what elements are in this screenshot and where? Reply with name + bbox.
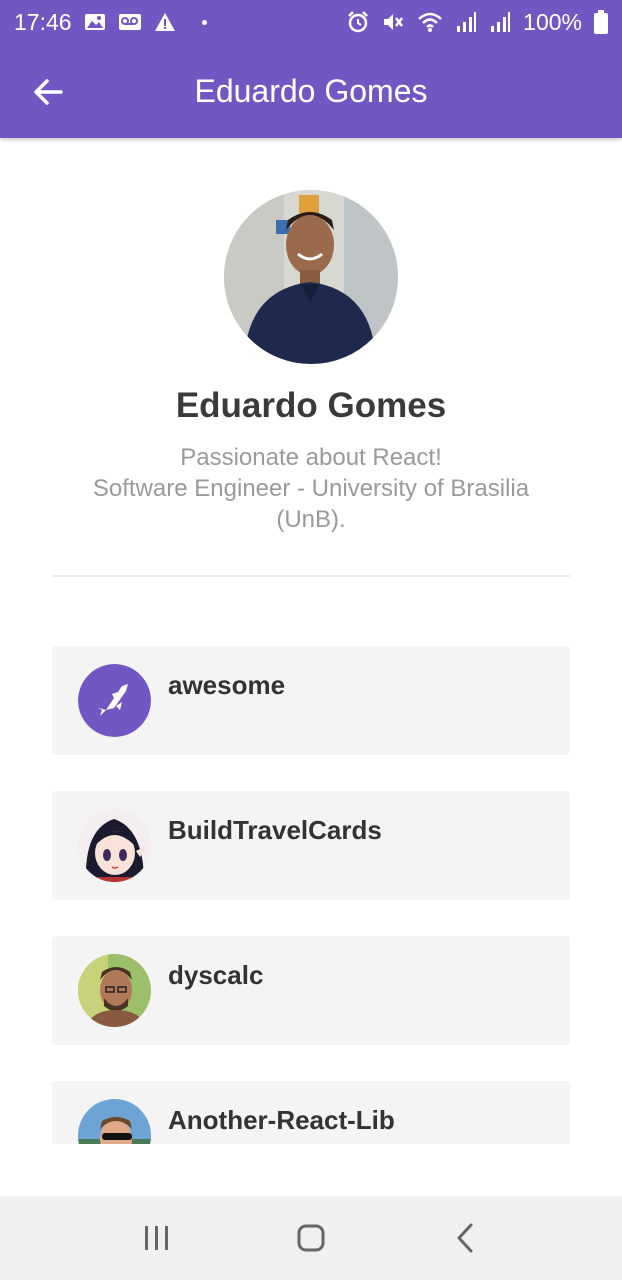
signal-icon <box>455 11 477 33</box>
bio-line: (UnB). <box>276 506 346 533</box>
voicemail-icon <box>118 13 142 31</box>
warning-icon <box>154 12 176 32</box>
recents-button[interactable] <box>127 1208 187 1268</box>
back-button[interactable] <box>26 70 70 114</box>
anime-avatar <box>78 809 151 882</box>
bio-line: Software Engineer - University of Brasil… <box>92 475 530 502</box>
dot-icon <box>201 19 207 25</box>
divider <box>53 575 570 577</box>
battery-icon <box>594 10 608 34</box>
repo-card-another-react-lib[interactable]: Another-React-Lib <box>52 1081 570 1144</box>
gallery-icon <box>84 13 106 31</box>
home-icon <box>297 1224 325 1252</box>
repo-name: awesome <box>168 670 286 700</box>
battery-percent: 100% <box>523 8 582 35</box>
app-bar: Eduardo Gomes <box>0 44 622 138</box>
back-icon <box>457 1223 473 1253</box>
person-avatar <box>78 1099 151 1144</box>
app-title: Eduardo Gomes <box>194 72 428 109</box>
mute-icon <box>381 11 405 33</box>
repo-name: BuildTravelCards <box>168 815 382 845</box>
wifi-icon <box>417 11 443 33</box>
repo-name: Another-React-Lib <box>168 1105 395 1135</box>
home-button[interactable] <box>281 1208 341 1268</box>
person-avatar <box>78 954 151 1027</box>
nav-bar <box>0 1196 622 1280</box>
repo-list[interactable]: awesome BuildTravelCards dyscalc Another… <box>52 646 570 1144</box>
signal-icon <box>489 11 511 33</box>
repo-card-buildtravelcards[interactable]: BuildTravelCards <box>52 791 570 900</box>
profile-bio: Passionate about React! Software Enginee… <box>50 442 572 535</box>
repo-name: dyscalc <box>168 960 264 990</box>
status-time: 17:46 <box>14 8 72 35</box>
repo-card-dyscalc[interactable]: dyscalc <box>52 936 570 1045</box>
repo-card-awesome[interactable]: awesome <box>52 646 570 755</box>
arrow-left-icon <box>34 79 63 105</box>
alarm-icon <box>347 11 369 33</box>
rocket-icon <box>78 664 151 737</box>
system-back-button[interactable] <box>435 1208 495 1268</box>
profile-name: Eduardo Gomes <box>175 386 447 425</box>
bio-line: Passionate about React! <box>180 444 442 471</box>
status-bar: 17:46 100% <box>0 0 622 44</box>
recents-icon <box>145 1226 168 1250</box>
profile-avatar <box>224 190 398 364</box>
